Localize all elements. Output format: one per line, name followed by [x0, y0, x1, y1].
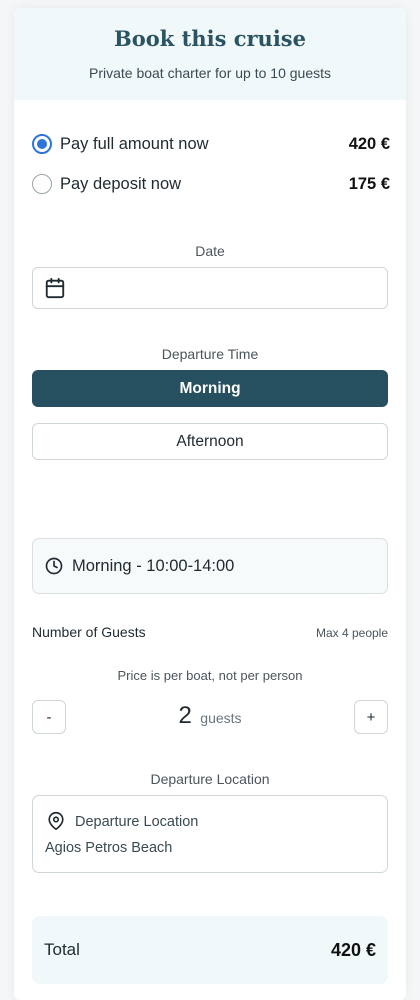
selected-time-slot: Morning - 10:00-14:00	[32, 538, 388, 594]
map-pin-icon	[48, 811, 64, 831]
price-note: Price is per boat, not per person	[117, 668, 303, 683]
departure-location-value: Agios Petros Beach	[45, 840, 173, 856]
total-amount: 420 €	[330, 939, 376, 960]
pay-deposit-amount: 175 €	[348, 174, 390, 193]
total-label: Total	[44, 940, 80, 959]
pay-full-label: Pay full amount now	[60, 134, 209, 153]
increase-guests-button[interactable]: +	[354, 700, 388, 734]
time-afternoon-button[interactable]: Afternoon	[32, 423, 388, 460]
guests-max-note: Max 4 people	[315, 626, 388, 640]
pay-full-amount: 420 €	[348, 134, 390, 153]
booking-card: Book this cruise Private boat charter fo…	[14, 8, 406, 1000]
guest-count: 2	[178, 702, 192, 729]
guests-label: Number of Guests	[32, 624, 146, 640]
pay-deposit-radio[interactable]	[32, 174, 52, 194]
pay-full-radio[interactable]	[32, 134, 52, 154]
departure-location-field-label: Departure Location	[75, 814, 199, 830]
calendar-icon	[45, 277, 65, 299]
clock-icon	[45, 557, 63, 575]
total-summary: Total 420 €	[32, 916, 388, 984]
time-morning-button[interactable]: Morning	[32, 370, 388, 407]
page-title: Book this cruise	[114, 26, 306, 51]
pay-deposit-option[interactable]: Pay deposit now 175 €	[32, 171, 390, 197]
departure-location-section-label: Departure Location	[150, 771, 270, 787]
departure-time-label: Departure Time	[161, 346, 259, 362]
selected-slot-text: Morning - 10:00-14:00	[72, 556, 235, 575]
page-subtitle: Private boat charter for up to 10 guests	[88, 65, 332, 81]
guest-count-display: 2 guests	[14, 702, 406, 730]
date-label: Date	[195, 243, 225, 259]
guest-unit: guests	[200, 710, 242, 726]
pay-deposit-label: Pay deposit now	[60, 174, 182, 193]
date-input[interactable]	[32, 267, 388, 309]
booking-header: Book this cruise Private boat charter fo…	[14, 8, 406, 100]
departure-location-box: Departure Location Agios Petros Beach	[32, 795, 388, 873]
pay-full-option[interactable]: Pay full amount now 420 €	[32, 131, 390, 157]
